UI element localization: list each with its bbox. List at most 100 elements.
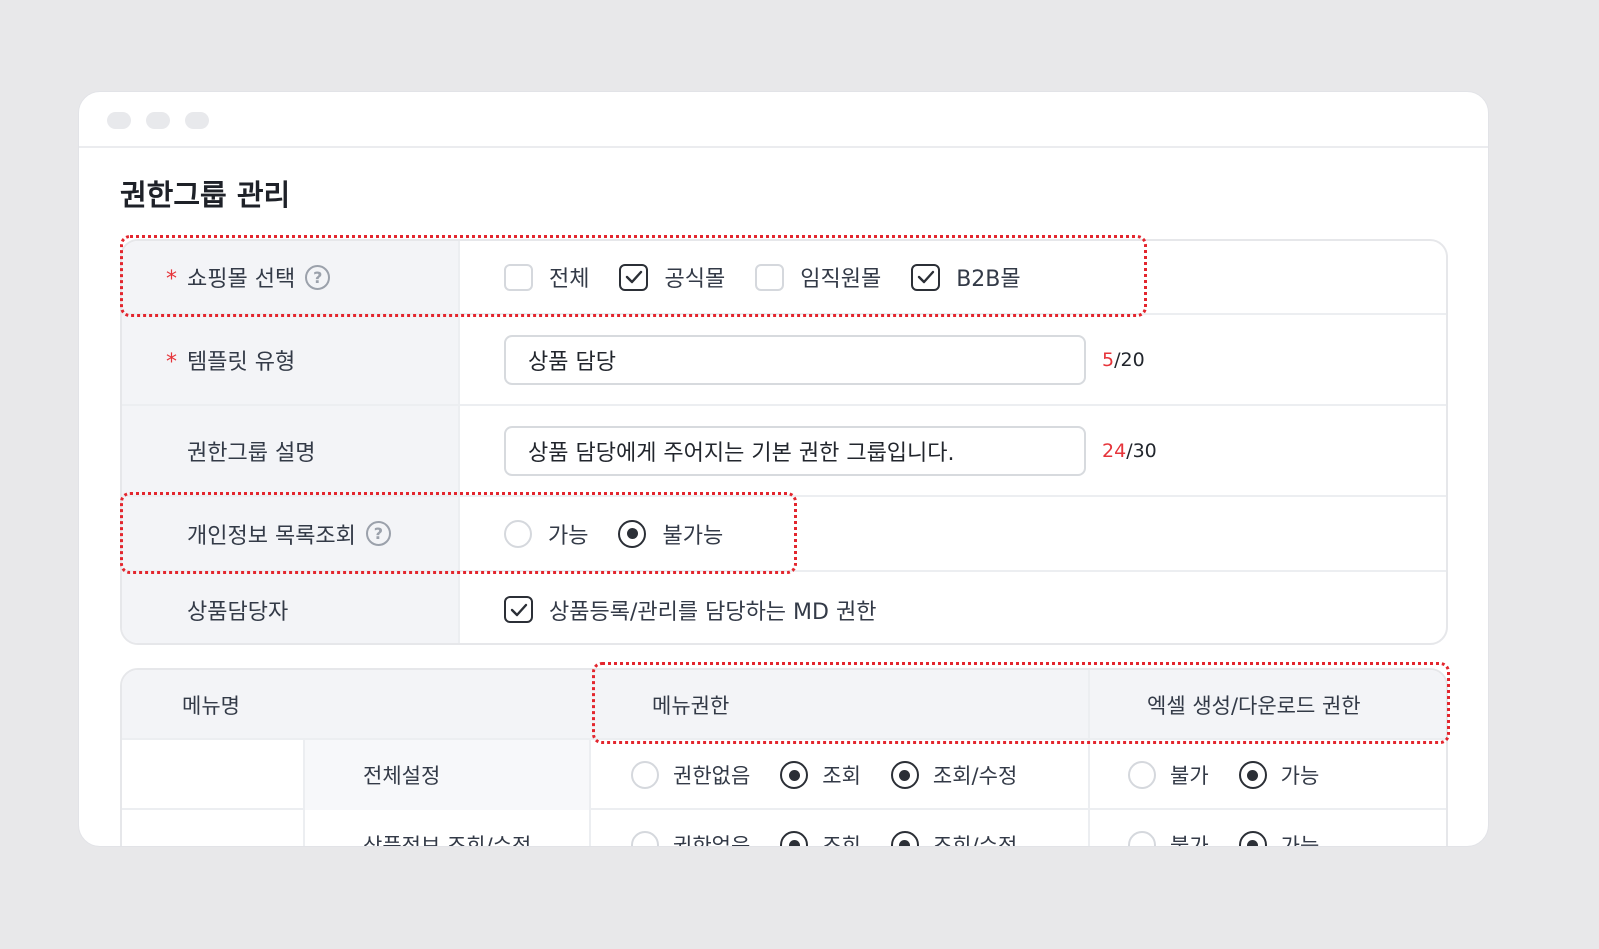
table-header: 메뉴명 메뉴권한 엑셀 생성/다운로드 권한 bbox=[122, 670, 1446, 740]
radio-selected[interactable] bbox=[780, 761, 809, 789]
char-counter: 5/20 bbox=[1102, 349, 1145, 371]
template-type-row: * 템플릿 유형 상품 담당 5/20 bbox=[122, 315, 1446, 406]
excel-permission-options: 불가 가능 bbox=[1128, 740, 1349, 810]
mall-select-row: * 쇼핑몰 선택 ? 전체 공식몰 임직원몰 B2B몰 bbox=[122, 241, 1446, 315]
mall-option-official[interactable]: 공식몰 bbox=[619, 261, 725, 293]
product-manager-label: 상품담당자 bbox=[187, 599, 289, 625]
radio-selected[interactable] bbox=[890, 831, 919, 846]
option-label: 권한없음 bbox=[673, 764, 751, 788]
checkbox-checked[interactable] bbox=[619, 263, 649, 291]
radio-selected[interactable] bbox=[618, 519, 647, 548]
perm-option-view-edit[interactable]: 조회/수정 bbox=[890, 760, 1018, 790]
privacy-label: 개인정보 목록조회 bbox=[187, 523, 356, 549]
option-label: 조회/수정 bbox=[932, 834, 1018, 847]
product-manager-option[interactable]: 상품등록/관리를 담당하는 MD 권한 bbox=[504, 594, 876, 626]
radio-selected[interactable] bbox=[890, 761, 919, 789]
check-icon bbox=[917, 270, 934, 284]
excel-option-allowed[interactable]: 가능 bbox=[1238, 830, 1320, 847]
option-label: 가능 bbox=[1280, 764, 1320, 788]
excel-option-allowed[interactable]: 가능 bbox=[1238, 760, 1320, 790]
privacy-label-cell: 개인정보 목록조회 ? bbox=[122, 497, 460, 570]
privacy-option-label: 가능 bbox=[548, 523, 589, 549]
checkbox-checked[interactable] bbox=[911, 263, 941, 291]
option-label: 불가 bbox=[1170, 834, 1209, 847]
excel-option-denied[interactable]: 불가 bbox=[1128, 830, 1209, 847]
radio-selected[interactable] bbox=[780, 831, 809, 846]
mall-option-b2b[interactable]: B2B몰 bbox=[911, 261, 1021, 293]
excel-permission-options: 불가 가능 bbox=[1128, 810, 1349, 847]
settings-form: * 쇼핑몰 선택 ? 전체 공식몰 임직원몰 B2B몰 * 템플릿 유형 상품 … bbox=[120, 239, 1448, 645]
menu-name-cell: 전체설정 bbox=[305, 740, 589, 810]
mall-option-all[interactable]: 전체 bbox=[504, 261, 589, 293]
option-label: 권한없음 bbox=[673, 834, 751, 847]
help-icon[interactable]: ? bbox=[365, 521, 391, 546]
window-dot-maximize[interactable] bbox=[185, 112, 209, 129]
template-type-label: 템플릿 유형 bbox=[187, 349, 296, 375]
mall-option-label: 공식몰 bbox=[664, 267, 726, 292]
description-label: 권한그룹 설명 bbox=[187, 440, 316, 466]
app-window: 권한그룹 관리 * 쇼핑몰 선택 ? 전체 공식몰 임직원몰 B2B몰 * 템플… bbox=[78, 91, 1489, 847]
description-value: 상품 담당에게 주어지는 기본 권한 그룹입니다. 24/30 bbox=[460, 406, 1446, 495]
check-icon bbox=[510, 603, 527, 616]
mall-option-employee[interactable]: 임직원몰 bbox=[755, 261, 881, 293]
char-count-max: /30 bbox=[1126, 439, 1157, 462]
char-count-current: 5 bbox=[1102, 348, 1115, 371]
option-label: 가능 bbox=[1280, 834, 1320, 847]
description-row: 권한그룹 설명 상품 담당에게 주어지는 기본 권한 그룹입니다. 24/30 bbox=[122, 406, 1446, 497]
window-dot-minimize[interactable] bbox=[146, 112, 170, 129]
char-count-current: 24 bbox=[1102, 439, 1127, 462]
menu-permission-header: 메뉴권한 bbox=[652, 694, 730, 718]
privacy-option-allowed[interactable]: 가능 bbox=[504, 518, 588, 550]
menu-permission-options: 권한없음 조회 조회/수정 bbox=[631, 810, 1047, 847]
mall-select-label: 쇼핑몰 선택 bbox=[187, 267, 296, 292]
perm-option-none[interactable]: 권한없음 bbox=[631, 760, 750, 790]
perm-option-none[interactable]: 권한없음 bbox=[631, 830, 751, 847]
radio-unselected[interactable] bbox=[631, 761, 659, 789]
template-type-value: 상품 담당 5/20 bbox=[460, 315, 1446, 404]
radio-unselected[interactable] bbox=[631, 831, 659, 846]
perm-option-view[interactable]: 조회 bbox=[780, 830, 861, 847]
option-label: 조회/수정 bbox=[932, 764, 1018, 788]
menu-name-header: 메뉴명 bbox=[182, 694, 240, 718]
perm-option-view[interactable]: 조회 bbox=[780, 760, 861, 790]
description-label-cell: 권한그룹 설명 bbox=[122, 406, 460, 495]
product-manager-label-cell: 상품담당자 bbox=[122, 572, 460, 643]
privacy-option-label: 불가능 bbox=[662, 523, 724, 549]
check-icon bbox=[625, 270, 643, 284]
checkbox-unchecked[interactable] bbox=[755, 263, 785, 291]
mall-option-label: 전체 bbox=[549, 267, 590, 292]
radio-unselected[interactable] bbox=[1128, 831, 1156, 846]
radio-selected[interactable] bbox=[1238, 831, 1267, 846]
char-counter: 24/30 bbox=[1102, 440, 1157, 462]
permission-table: 메뉴명 메뉴권한 엑셀 생성/다운로드 권한 전체설정 권한없음 조회 조회/수… bbox=[120, 668, 1448, 847]
option-label: 불가 bbox=[1170, 764, 1209, 788]
radio-selected[interactable] bbox=[1238, 761, 1267, 789]
description-input[interactable]: 상품 담당에게 주어지는 기본 권한 그룹입니다. bbox=[504, 425, 1086, 476]
privacy-options: 가능 불가능 bbox=[460, 497, 1446, 570]
table-row: 전체설정 권한없음 조회 조회/수정 불가 가능 bbox=[122, 740, 1446, 810]
window-titlebar bbox=[79, 92, 1488, 148]
excel-option-denied[interactable]: 불가 bbox=[1128, 760, 1209, 790]
window-dot-close[interactable] bbox=[107, 112, 131, 129]
menu-permission-options: 권한없음 조회 조회/수정 bbox=[631, 740, 1047, 810]
radio-unselected[interactable] bbox=[1128, 761, 1156, 789]
checkbox-checked[interactable] bbox=[504, 596, 533, 623]
template-type-input[interactable]: 상품 담당 bbox=[504, 334, 1086, 385]
help-icon[interactable]: ? bbox=[305, 264, 331, 290]
table-row: 상품정보 조회/수정 권한없음 조회 조회/수정 불가 가능 bbox=[122, 810, 1446, 847]
column-divider bbox=[1088, 670, 1090, 738]
privacy-option-denied[interactable]: 불가능 bbox=[618, 518, 723, 550]
radio-unselected[interactable] bbox=[504, 519, 532, 548]
option-label: 조회 bbox=[822, 834, 861, 847]
option-label: 조회 bbox=[822, 764, 861, 788]
checkbox-unchecked[interactable] bbox=[504, 263, 533, 291]
menu-name-cell: 상품정보 조회/수정 bbox=[363, 834, 532, 847]
product-manager-value: 상품등록/관리를 담당하는 MD 권한 bbox=[460, 572, 1446, 643]
mall-select-label-cell: * 쇼핑몰 선택 ? bbox=[122, 241, 460, 313]
required-mark: * bbox=[166, 267, 177, 292]
product-manager-row: 상품담당자 상품등록/관리를 담당하는 MD 권한 bbox=[122, 572, 1446, 643]
char-count-max: /20 bbox=[1114, 348, 1145, 371]
product-manager-checkbox-label: 상품등록/관리를 담당하는 MD 권한 bbox=[549, 599, 877, 625]
perm-option-view-edit[interactable]: 조회/수정 bbox=[890, 830, 1018, 847]
required-mark: * bbox=[166, 349, 177, 375]
